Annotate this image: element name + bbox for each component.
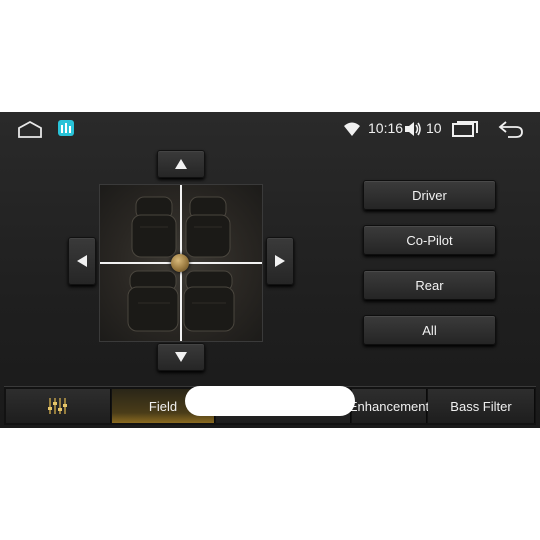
tab-equalizer[interactable] [6,389,111,423]
preset-rear-button[interactable]: Rear [363,270,496,300]
preset-copilot-button[interactable]: Co-Pilot [363,225,496,255]
car-audio-screen: 10:16 10 Driver Co-Pilot Rear All Field … [0,112,540,428]
preset-all-button[interactable]: All [363,315,496,345]
triangle-right-icon [275,255,285,267]
back-arrow-icon[interactable] [498,120,524,138]
preset-driver-button[interactable]: Driver [363,180,496,210]
move-up-button[interactable] [157,150,205,178]
triangle-left-icon [77,255,87,267]
triangle-down-icon [175,352,187,362]
home-icon[interactable] [17,120,43,138]
equalizer-sliders-icon [48,398,67,414]
sound-field-pad[interactable] [99,184,263,342]
speaker-icon[interactable] [404,121,422,137]
status-bar: 10:16 10 [0,112,540,146]
triangle-up-icon [175,159,187,169]
wifi-icon [344,122,360,136]
move-right-button[interactable] [266,237,294,285]
recent-apps-icon[interactable] [452,121,478,137]
move-left-button[interactable] [68,237,96,285]
tab-enhancement[interactable]: Enhancement [349,389,429,423]
volume-level: 10 [426,120,442,136]
equalizer-app-icon[interactable] [58,120,74,136]
clock: 10:16 [368,120,404,136]
move-down-button[interactable] [157,343,205,371]
redaction-overlay [185,386,355,416]
field-position-knob[interactable] [171,254,189,272]
tab-bass-filter[interactable]: Bass Filter [428,389,535,423]
